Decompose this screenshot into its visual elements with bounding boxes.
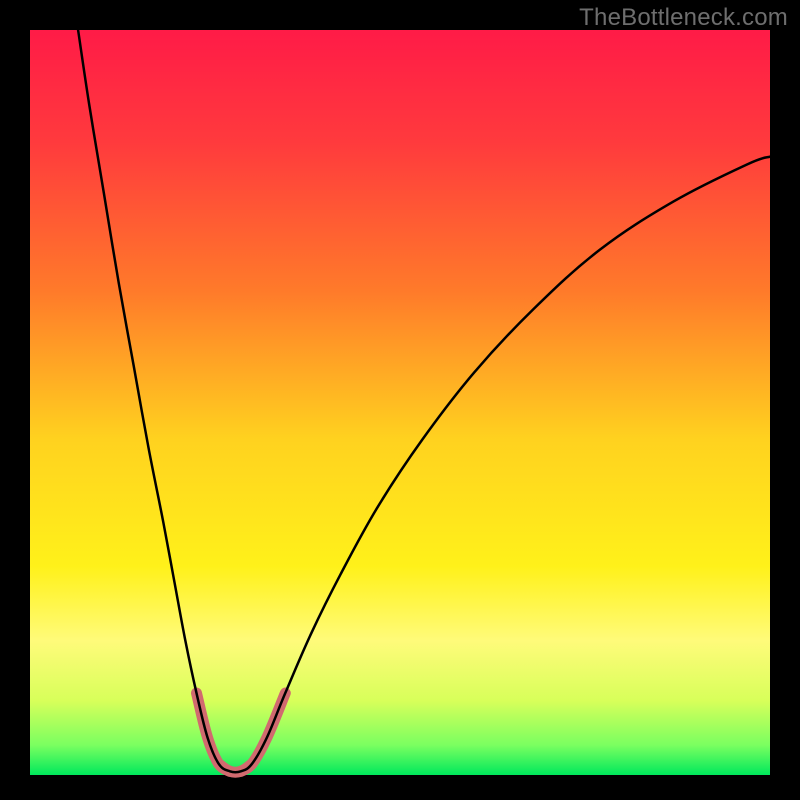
chart-frame: TheBottleneck.com (0, 0, 800, 800)
bottleneck-chart (0, 0, 800, 800)
